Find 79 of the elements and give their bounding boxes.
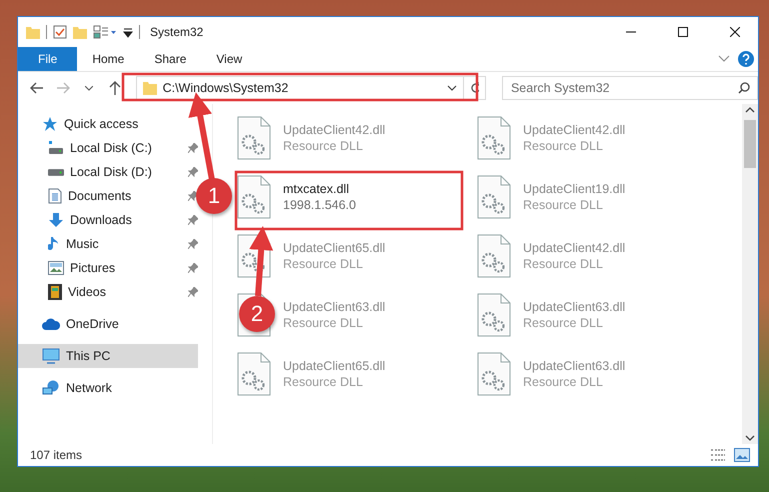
annotation-arrow bbox=[249, 226, 274, 296]
tiles-view-icon[interactable] bbox=[734, 448, 750, 462]
file-detail: Resource DLL bbox=[283, 316, 364, 330]
properties-icon[interactable] bbox=[93, 25, 117, 39]
details-view-icon[interactable] bbox=[710, 448, 726, 462]
file-detail: Resource DLL bbox=[283, 374, 364, 388]
document-icon bbox=[48, 188, 62, 204]
checklist-icon[interactable] bbox=[53, 25, 67, 39]
nav-item[interactable]: Music bbox=[18, 232, 168, 256]
film-icon bbox=[48, 284, 62, 300]
down-arrow-icon bbox=[48, 212, 64, 228]
file-name: UpdateClient42.dll bbox=[523, 240, 626, 254]
nav-item[interactable]: Documents bbox=[18, 184, 168, 208]
music-note-icon bbox=[48, 236, 60, 252]
file-name: UpdateClient63.dll bbox=[283, 300, 386, 314]
file-name: mtxcatex.dll bbox=[283, 182, 350, 196]
drive-icon bbox=[48, 168, 64, 176]
drive-icon bbox=[48, 141, 64, 155]
file-detail: Resource DLL bbox=[523, 198, 604, 212]
ribbon-tab[interactable]: Home bbox=[77, 47, 140, 71]
left-arrow-icon bbox=[30, 82, 44, 94]
cloud-icon bbox=[42, 318, 60, 330]
dll-file-icon bbox=[477, 174, 511, 218]
close-icon bbox=[730, 27, 740, 37]
up-arrow-icon bbox=[108, 81, 121, 95]
nav-item[interactable]: OneDrive bbox=[18, 312, 178, 336]
search-field[interactable]: Search System32 bbox=[502, 76, 758, 100]
dll-file-icon bbox=[477, 292, 511, 336]
dll-file-icon bbox=[477, 352, 511, 396]
file-detail: Resource DLL bbox=[523, 256, 604, 270]
file-detail: 1998.1.546.0 bbox=[283, 198, 356, 212]
file-name: UpdateClient65.dll bbox=[283, 358, 386, 372]
chevron-down-icon[interactable] bbox=[446, 85, 457, 91]
dll-file-icon bbox=[477, 234, 511, 278]
chevron-down-icon bbox=[84, 86, 93, 90]
dll-file-icon bbox=[237, 116, 271, 160]
nav-item[interactable]: Local Disk (D:) bbox=[18, 160, 168, 184]
file-detail: Resource DLL bbox=[283, 138, 364, 152]
file-item[interactable]: mtxcatex.dll 1998.1.546.0 bbox=[283, 182, 356, 212]
file-detail: Resource DLL bbox=[523, 316, 604, 330]
file-name: UpdateClient19.dll bbox=[523, 182, 626, 196]
dll-file-icon bbox=[477, 116, 511, 160]
file-name: UpdateClient63.dll bbox=[523, 358, 626, 372]
nav-item[interactable]: Videos bbox=[18, 280, 168, 304]
ribbon-tab[interactable]: View bbox=[201, 47, 258, 71]
star-icon bbox=[42, 116, 58, 132]
address-field[interactable]: C:\Windows\System32 bbox=[136, 76, 486, 100]
help-icon[interactable] bbox=[738, 51, 754, 67]
scrollbar[interactable] bbox=[742, 104, 758, 444]
customize-arrow-icon[interactable] bbox=[123, 26, 133, 38]
window-title: System32 bbox=[150, 25, 204, 39]
file-detail: Resource DLL bbox=[523, 138, 604, 152]
folder-icon bbox=[142, 81, 157, 95]
nav-item[interactable]: Pictures bbox=[18, 256, 168, 280]
file-detail: Resource DLL bbox=[523, 374, 604, 388]
monitor-icon bbox=[42, 348, 60, 364]
picture-icon bbox=[48, 261, 64, 275]
search-icon bbox=[738, 82, 750, 94]
file-name: UpdateClient63.dll bbox=[523, 300, 626, 314]
dll-file-icon bbox=[237, 352, 271, 396]
minimize-icon bbox=[626, 31, 636, 33]
ribbon-tab[interactable]: File bbox=[18, 47, 78, 71]
ribbon-tab[interactable]: Share bbox=[139, 47, 202, 71]
nav-item[interactable]: Network bbox=[18, 376, 178, 400]
maximize-icon bbox=[678, 27, 688, 37]
network-icon bbox=[42, 380, 60, 396]
scroll-thumb[interactable] bbox=[744, 120, 756, 168]
refresh-icon bbox=[470, 82, 479, 94]
file-name: UpdateClient65.dll bbox=[283, 240, 386, 254]
file-name: UpdateClient42.dll bbox=[523, 122, 626, 136]
nav-item[interactable]: Local Disk (C:) bbox=[18, 136, 168, 160]
item-count: 107 items bbox=[30, 448, 84, 462]
file-name: UpdateClient42.dll bbox=[283, 122, 386, 136]
nav-item[interactable]: Downloads bbox=[18, 208, 168, 232]
right-arrow-icon bbox=[56, 82, 70, 94]
dll-file-icon bbox=[237, 174, 271, 218]
nav-item[interactable]: This PC bbox=[18, 344, 198, 368]
nav-item[interactable]: Quick access bbox=[18, 112, 178, 136]
file-detail: Resource DLL bbox=[283, 256, 364, 270]
